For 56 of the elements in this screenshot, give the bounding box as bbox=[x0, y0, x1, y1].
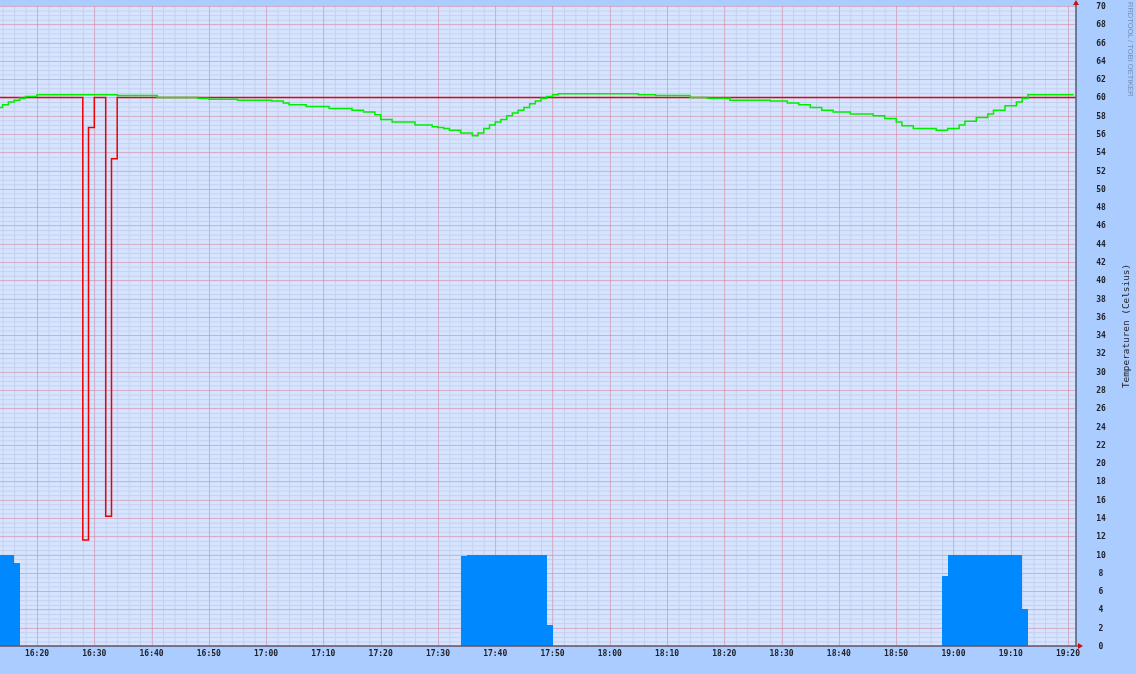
y-tick-label: 12 bbox=[1096, 532, 1106, 542]
x-tick-label: 17:10 bbox=[311, 649, 336, 658]
y-tick-label: 26 bbox=[1096, 404, 1106, 414]
y-tick-label: 60 bbox=[1096, 93, 1106, 103]
y-tick-label: 34 bbox=[1096, 331, 1106, 341]
y-tick-label: 38 bbox=[1096, 294, 1106, 304]
y-tick-label: 32 bbox=[1096, 349, 1106, 359]
x-tick-label: 17:20 bbox=[368, 649, 393, 658]
y-tick-label: 62 bbox=[1096, 75, 1106, 85]
y-tick-label: 58 bbox=[1096, 111, 1106, 121]
x-tick-label: 18:40 bbox=[826, 649, 851, 658]
x-tick-label: 17:50 bbox=[540, 649, 565, 658]
y-tick-label: 22 bbox=[1096, 440, 1106, 450]
y-tick-label: 8 bbox=[1098, 568, 1104, 578]
y-tick-label: 4 bbox=[1098, 605, 1104, 615]
x-tick-label: 18:50 bbox=[884, 649, 909, 658]
x-tick-label: 19:10 bbox=[998, 649, 1023, 658]
y-tick-label: 24 bbox=[1096, 422, 1106, 432]
y-tick-label: 64 bbox=[1096, 56, 1106, 66]
x-tick-label: 17:30 bbox=[425, 649, 450, 658]
y-tick-label: 0 bbox=[1098, 642, 1104, 651]
y-tick-label: 18 bbox=[1096, 477, 1106, 487]
y-tick-label: 20 bbox=[1096, 459, 1106, 469]
y-axis-title: Temperaturen (Celsius) bbox=[1120, 263, 1131, 389]
x-tick-label: 17:40 bbox=[483, 649, 508, 658]
y-tick-label: 54 bbox=[1096, 148, 1106, 158]
x-tick-label: 16:20 bbox=[24, 649, 50, 658]
y-tick-label: 42 bbox=[1096, 258, 1106, 267]
y-tick-label: 14 bbox=[1096, 514, 1106, 523]
x-tick-label: 19:00 bbox=[941, 649, 966, 658]
y-tick-label: 28 bbox=[1096, 386, 1106, 395]
x-tick-label: 18:20 bbox=[712, 649, 737, 658]
y-tick-label: 70 bbox=[1096, 2, 1106, 11]
y-tick-label: 2 bbox=[1098, 623, 1104, 633]
x-tick-label: 19:20 bbox=[1055, 649, 1081, 658]
y-tick-label: 36 bbox=[1096, 312, 1106, 322]
y-tick-label: 6 bbox=[1098, 587, 1104, 597]
y-tick-label: 66 bbox=[1096, 38, 1106, 48]
x-tick-label: 16:50 bbox=[196, 649, 221, 658]
y-tick-label: 48 bbox=[1096, 203, 1106, 213]
y-tick-label: 46 bbox=[1096, 221, 1106, 231]
x-tick-label: 17:00 bbox=[254, 649, 279, 658]
y-tick-label: 68 bbox=[1096, 20, 1106, 30]
x-tick-label: 18:30 bbox=[769, 649, 794, 658]
y-tick-label: 10 bbox=[1096, 550, 1106, 560]
y-tick-label: 30 bbox=[1096, 367, 1106, 377]
x-tick-label: 16:40 bbox=[139, 649, 164, 658]
y-tick-label: 40 bbox=[1096, 276, 1106, 286]
x-tick-label: 18:00 bbox=[597, 649, 622, 658]
x-tick-label: 18:10 bbox=[655, 649, 680, 658]
x-tick-label: 16:30 bbox=[82, 649, 107, 658]
y-tick-label: 56 bbox=[1096, 130, 1106, 139]
y-tick-label: 44 bbox=[1096, 239, 1106, 249]
y-tick-label: 52 bbox=[1096, 166, 1106, 176]
y-tick-label: 16 bbox=[1096, 495, 1106, 505]
y-tick-label: 50 bbox=[1096, 184, 1106, 194]
